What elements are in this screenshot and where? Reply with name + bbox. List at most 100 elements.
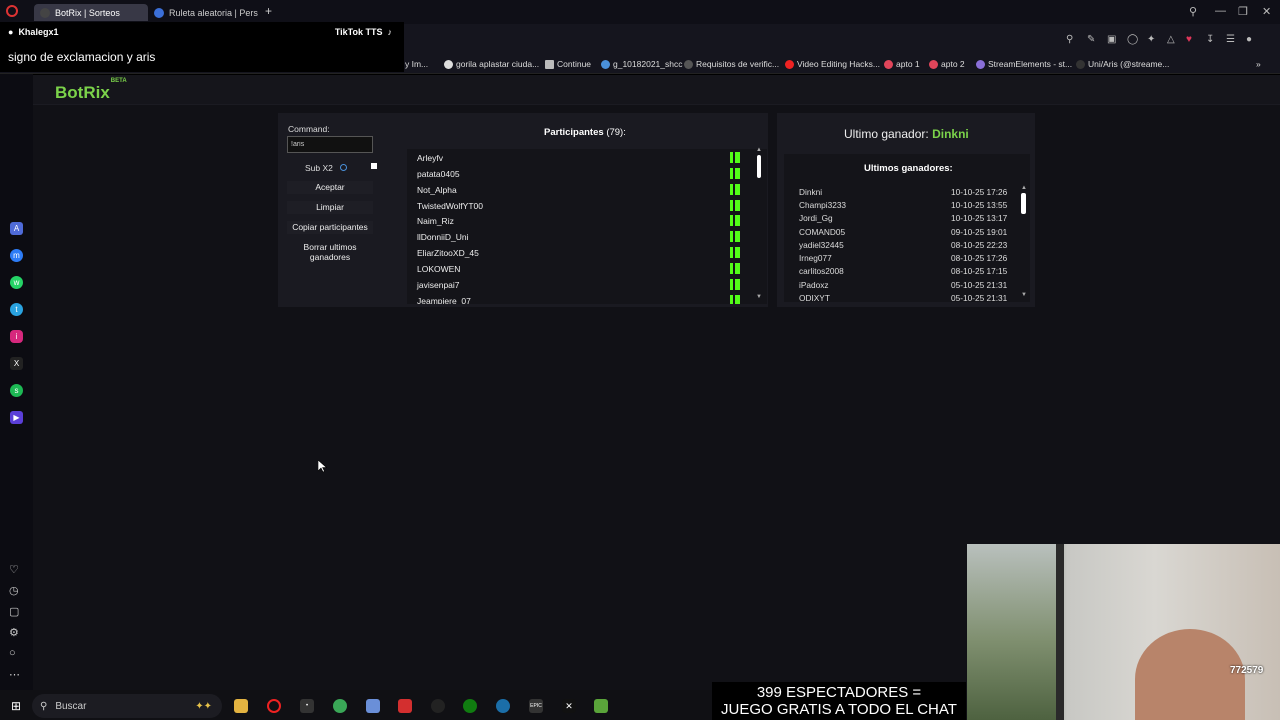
accept-button[interactable]: Aceptar: [287, 181, 373, 194]
minimize-icon[interactable]: —: [1215, 5, 1226, 17]
winner-name: yadiel32445: [799, 240, 844, 250]
bookmark-item[interactable]: y Im...: [405, 59, 428, 69]
delete-winners-button[interactable]: Borrar ultimos ganadores: [296, 242, 364, 262]
participants-scrollbar[interactable]: [757, 155, 761, 178]
scroll-down-arrow-icon[interactable]: ▼: [1021, 292, 1027, 298]
instagram-icon[interactable]: i: [10, 330, 23, 343]
wheel-favicon-icon: [154, 7, 164, 18]
wall: [967, 544, 1056, 720]
bulb-icon[interactable]: ○: [9, 647, 16, 659]
messenger-icon[interactable]: m: [10, 249, 23, 262]
clear-button[interactable]: Limpiar: [287, 201, 373, 214]
x-icon[interactable]: X: [10, 357, 23, 370]
winner-date: 09-10-25 19:01: [951, 227, 1008, 237]
page-icon: [545, 59, 554, 69]
bookmark-item[interactable]: gorila aplastar ciuda...: [444, 59, 539, 69]
app-icon[interactable]: •: [300, 699, 314, 713]
vpn-icon[interactable]: △: [1167, 34, 1175, 45]
app-window-icon[interactable]: [366, 699, 380, 713]
bookmark-item[interactable]: Continue: [545, 59, 591, 69]
xbox-icon[interactable]: [463, 699, 477, 713]
scroll-up-arrow-icon[interactable]: ▲: [756, 147, 762, 153]
close-icon[interactable]: ✕: [1262, 5, 1271, 18]
copy-participants-button[interactable]: Copiar participantes: [287, 221, 373, 234]
edit-icon[interactable]: ✎: [1087, 34, 1095, 45]
scroll-up-arrow-icon[interactable]: ▲: [1021, 185, 1027, 191]
list-item: patata0405: [417, 169, 460, 179]
winner-date: 10-10-25 17:26: [951, 187, 1008, 197]
opera-taskbar-icon[interactable]: [267, 699, 281, 713]
winner-date: 08-10-25 22:23: [951, 240, 1008, 250]
heart-icon[interactable]: ♥: [1186, 34, 1192, 45]
list-item: TwistedWolfYT00: [417, 201, 483, 211]
menu-icon[interactable]: ☰: [1226, 34, 1235, 45]
red-app-icon[interactable]: [398, 699, 412, 713]
search-tabs-icon[interactable]: ⚲: [1189, 5, 1197, 18]
more-icon[interactable]: ⋯: [9, 668, 20, 681]
search-icon[interactable]: ⚲: [1066, 34, 1073, 45]
bookmark-item[interactable]: g_10182021_shcc: [601, 59, 682, 69]
restore-icon[interactable]: ❐: [1238, 5, 1248, 18]
command-input[interactable]: [287, 136, 373, 153]
person-silhouette: [1135, 629, 1245, 720]
winner-name: iPadoxz: [799, 280, 829, 290]
tab-label: BotRix | Sorteos: [55, 7, 120, 18]
download-icon[interactable]: ↧: [1206, 34, 1214, 45]
windows-start-icon[interactable]: ⊞: [9, 699, 23, 713]
bookmark-item[interactable]: StreamElements - st...: [976, 59, 1072, 69]
winner-date: 10-10-25 13:17: [951, 213, 1008, 223]
winners-heading: Ultimos ganadores:: [864, 163, 953, 174]
tab-ruleta[interactable]: Ruleta aleatoria | Personal: [148, 4, 258, 21]
history-icon[interactable]: ◷: [9, 584, 19, 597]
capcut-icon[interactable]: ✕: [562, 699, 576, 713]
camera-icon[interactable]: ▣: [1107, 34, 1116, 45]
spotify-icon[interactable]: s: [10, 384, 23, 397]
taskbar-search[interactable]: ⚲ Buscar ✦✦: [32, 694, 222, 718]
player-icon[interactable]: ▶: [10, 411, 23, 424]
settings-icon[interactable]: ⚙: [9, 626, 19, 639]
aria-icon[interactable]: A: [10, 222, 23, 235]
winners-scrollbar[interactable]: [1021, 193, 1026, 214]
bookmark-item[interactable]: Uni/Aris (@streame...: [1076, 59, 1169, 69]
cube-icon[interactable]: ▢: [9, 605, 19, 618]
command-label: Command:: [288, 124, 330, 134]
shield-icon[interactable]: ◯: [1127, 34, 1138, 45]
search-icon: ⚲: [40, 700, 48, 712]
minecraft-icon[interactable]: [594, 699, 608, 713]
participants-list[interactable]: Arleyfv patata0405 Not_Alpha TwistedWolf…: [407, 149, 767, 304]
heart-outline-icon[interactable]: ♡: [9, 563, 19, 576]
list-item: Arleyfv: [417, 153, 443, 163]
steam-icon[interactable]: [496, 699, 510, 713]
tab-botrix[interactable]: BotRix | Sorteos: [34, 4, 148, 21]
chrome-icon[interactable]: [333, 699, 347, 713]
tiktok-icon: ♪: [387, 27, 393, 37]
extension-icon[interactable]: ✦: [1147, 34, 1155, 45]
file-explorer-icon[interactable]: [234, 699, 248, 713]
more-bookmarks-icon[interactable]: »: [1256, 59, 1261, 69]
sub-x2-checkbox[interactable]: [371, 163, 377, 169]
botrix-logo[interactable]: BotRixBETA: [55, 78, 127, 103]
opera-logo-icon[interactable]: [6, 5, 18, 17]
list-item: javisenpai7: [417, 280, 460, 290]
winner-name: ODIXYT: [799, 293, 830, 303]
google-icon: [444, 59, 453, 69]
kick-icon: [730, 168, 740, 179]
whatsapp-icon[interactable]: w: [10, 276, 23, 289]
bookmark-item[interactable]: apto 1: [884, 59, 920, 69]
profile-icon[interactable]: ●: [1246, 34, 1252, 45]
cloud-icon: [601, 59, 610, 69]
epic-games-icon[interactable]: EPIC: [529, 699, 543, 713]
bookmark-item[interactable]: Requisitos de verific...: [684, 59, 779, 69]
browser-tab-bar: BotRix | Sorteos Ruleta aleatoria | Pers…: [0, 0, 1280, 24]
scroll-down-arrow-icon[interactable]: ▼: [756, 294, 762, 300]
bookmark-item[interactable]: Video Editing Hacks...: [785, 59, 880, 69]
telegram-icon[interactable]: t: [10, 303, 23, 316]
new-tab-button[interactable]: +: [265, 4, 272, 18]
obs-icon[interactable]: [431, 699, 445, 713]
winner-name: Jordi_Gg: [799, 213, 833, 223]
info-icon[interactable]: [340, 164, 347, 171]
list-item: Not_Alpha: [417, 185, 457, 195]
bookmark-item[interactable]: apto 2: [929, 59, 965, 69]
winner-name: Dinkni: [799, 187, 823, 197]
kick-icon: [730, 231, 740, 242]
